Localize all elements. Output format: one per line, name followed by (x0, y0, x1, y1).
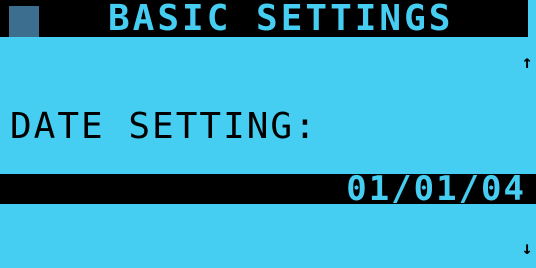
date-setting-label: DATE SETTING: (10, 106, 318, 147)
cursor-block (9, 6, 39, 37)
lcd-screen: BASIC SETTINGS ↑ DATE SETTING: 01/01/04 … (0, 0, 536, 268)
title-bar: BASIC SETTINGS (0, 0, 528, 37)
date-value-field[interactable]: 01/01/04 (0, 170, 536, 208)
scroll-up-icon[interactable]: ↑ (520, 54, 534, 72)
date-value: 01/01/04 (346, 169, 526, 209)
page-title: BASIC SETTINGS (108, 0, 454, 39)
scroll-down-icon[interactable]: ↓ (520, 240, 534, 258)
